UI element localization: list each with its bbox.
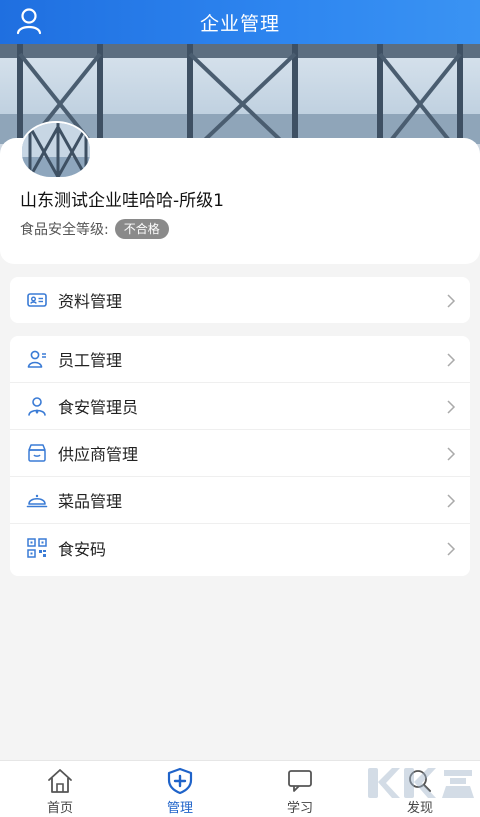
search-icon bbox=[405, 767, 435, 795]
menu-item-dish-management[interactable]: 菜品管理 bbox=[10, 477, 470, 524]
menu-item-label: 资料管理 bbox=[58, 292, 123, 311]
menu-item-supplier-management[interactable]: 供应商管理 bbox=[10, 430, 470, 477]
app-header: 企业管理 bbox=[0, 0, 480, 44]
menu-group-management: 员工管理 食安管理员 供应商管理 菜品管理 食安码 bbox=[10, 336, 470, 576]
chevron-right-icon bbox=[446, 541, 456, 556]
chevron-right-icon bbox=[446, 399, 456, 414]
tab-discover[interactable]: 发现 bbox=[360, 761, 480, 817]
chevron-right-icon bbox=[446, 352, 456, 367]
tab-management[interactable]: 管理 bbox=[120, 761, 240, 817]
dish-cover-icon bbox=[26, 489, 48, 511]
tab-learning[interactable]: 学习 bbox=[240, 761, 360, 817]
staff-icon bbox=[26, 348, 48, 370]
menu-item-label: 供应商管理 bbox=[58, 445, 139, 464]
qr-code-icon bbox=[26, 537, 48, 559]
menu-item-label: 食安管理员 bbox=[58, 398, 139, 417]
user-icon[interactable] bbox=[14, 6, 44, 36]
menu-item-label: 员工管理 bbox=[58, 351, 123, 370]
menu-item-food-safety-admin[interactable]: 食安管理员 bbox=[10, 383, 470, 430]
page-title: 企业管理 bbox=[199, 12, 280, 35]
bottom-tab-bar: 首页 管理 学习 发现 bbox=[0, 760, 480, 817]
id-card-icon bbox=[26, 289, 48, 311]
admin-person-icon bbox=[26, 395, 48, 417]
menu-item-food-safety-code[interactable]: 食安码 bbox=[10, 524, 470, 571]
store-icon bbox=[26, 442, 48, 464]
chat-bubble-icon bbox=[285, 767, 315, 795]
menu-item-label: 食安码 bbox=[58, 539, 107, 559]
chevron-right-icon bbox=[446, 493, 456, 508]
rating-label: 食品安全等级: bbox=[20, 222, 109, 238]
menu-item-staff-management[interactable]: 员工管理 bbox=[10, 336, 470, 383]
menu-group-profile: 资料管理 bbox=[10, 277, 470, 323]
company-avatar[interactable] bbox=[20, 121, 92, 179]
rating-badge: 不合格 bbox=[114, 219, 169, 239]
tab-label: 发现 bbox=[406, 801, 433, 816]
company-name: 山东测试企业哇哈哈-所级1 bbox=[20, 191, 224, 211]
food-safety-rating: 食品安全等级: 不合格 bbox=[20, 219, 169, 239]
home-icon bbox=[45, 767, 75, 795]
chevron-right-icon bbox=[446, 293, 456, 308]
menu-item-label: 菜品管理 bbox=[58, 492, 123, 511]
tab-label: 管理 bbox=[166, 801, 193, 816]
tab-label: 首页 bbox=[46, 801, 73, 816]
chevron-right-icon bbox=[446, 446, 456, 461]
tab-label: 学习 bbox=[286, 801, 313, 816]
menu-item-profile-management[interactable]: 资料管理 bbox=[10, 277, 470, 323]
shield-plus-icon bbox=[165, 767, 195, 795]
tab-home[interactable]: 首页 bbox=[0, 761, 120, 817]
